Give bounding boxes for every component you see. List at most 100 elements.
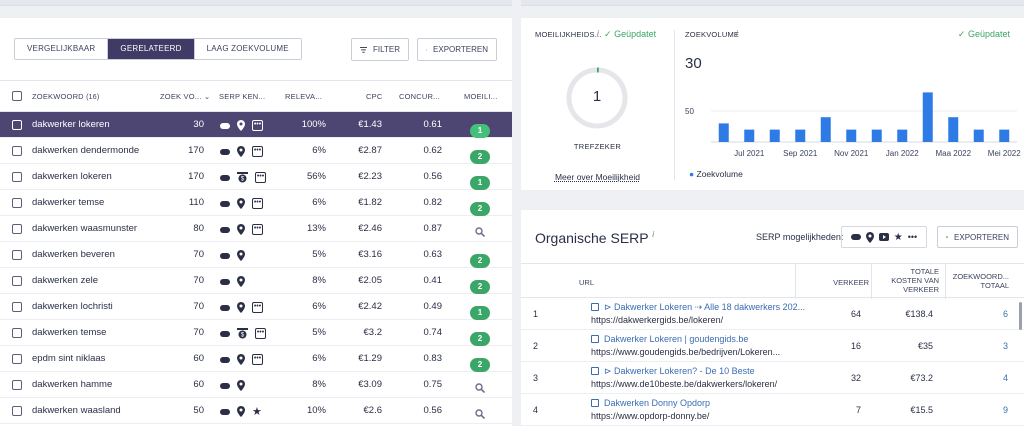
table-row[interactable]: epdm sint niklaas 60 ••• 6% €1.29 0.83 2 (0, 346, 512, 372)
difficulty-label: MOEILIJKHEIDS... (535, 30, 602, 39)
table-row[interactable]: dakwerken hamme 60 8% €3.09 0.75 (0, 372, 512, 398)
serp-result-title[interactable]: ⊳ Dakwerker Lokeren ⇢ Alle 18 dakwerkers… (591, 302, 805, 313)
keyword-cell[interactable]: dakwerken hamme (32, 372, 112, 398)
cpc-cell: €1.43 (358, 119, 382, 130)
table-row[interactable]: dakwerken temse 70 $ ••• 5% €3.2 0.74 2 (0, 320, 512, 346)
col-relevance[interactable]: RELEVA... (285, 81, 322, 113)
keyword-cell[interactable]: dakwerken waasland (32, 398, 121, 424)
serp-rank: 1 (533, 309, 539, 319)
link-pill-icon (220, 148, 230, 155)
row-checkbox[interactable] (12, 354, 22, 364)
row-checkbox[interactable] (12, 276, 22, 286)
chart-bar[interactable] (820, 117, 831, 142)
row-checkbox[interactable] (12, 380, 22, 390)
col-serp[interactable]: SERP KEN... (219, 81, 265, 113)
tab-gerelateerd[interactable]: GERELATEERD (108, 39, 195, 59)
serp-result-url[interactable]: https://www.opdorp-donny.be/ (591, 411, 709, 421)
table-row[interactable]: dakwerker temse 110 ••• 6% €1.82 0.82 2 (0, 190, 512, 216)
serp-col-cost[interactable]: TOTALE KOSTEN VAN VERKEER (871, 267, 939, 294)
serp-col-traffic[interactable]: VERKEER (801, 278, 869, 287)
serp-result-url[interactable]: https://www.goudengids.be/bedrijven/Loke… (591, 347, 780, 357)
tab-vergelijkbaar[interactable]: VERGELIJKBAAR (15, 39, 109, 59)
keyword-count: (16) (86, 94, 100, 101)
export-button[interactable]: EXPORTEREN (417, 38, 497, 61)
serp-keywords-total[interactable]: 9 (948, 405, 1008, 415)
serp-result-title[interactable]: ⊳ Dakwerker Lokeren? - De 10 Beste (591, 366, 755, 377)
external-link-icon (591, 303, 599, 311)
table-row[interactable]: dakwerken waasmunster 80 ••• 13% €2.46 0.87 (0, 216, 512, 242)
keyword-cell[interactable]: dakwerken waasmunster (32, 216, 137, 242)
serp-export-button[interactable]: EXPORTEREN (937, 226, 1018, 248)
serp-col-keywords[interactable]: ZOEKWOORD... TOTAAL (945, 272, 1009, 290)
filter-button[interactable]: FILTER (351, 38, 409, 61)
chart-bar[interactable] (718, 123, 729, 142)
row-checkbox[interactable] (12, 406, 22, 416)
row-checkbox[interactable] (12, 224, 22, 234)
row-checkbox[interactable] (12, 172, 22, 182)
keyword-cell[interactable]: dakwerken lokeren (32, 164, 112, 190)
row-checkbox[interactable] (12, 328, 22, 338)
col-difficulty[interactable]: MOEILI... (464, 81, 497, 113)
row-checkbox[interactable] (12, 198, 22, 208)
keyword-cell[interactable]: dakwerken temse (32, 320, 106, 346)
serp-keywords-total[interactable]: 3 (948, 341, 1008, 351)
keyword-cell[interactable]: dakwerken beveren (32, 242, 115, 268)
table-row[interactable]: dakwerker lokeren 30 ••• 100% €1.43 0.61 1 (0, 112, 512, 138)
table-row[interactable]: dakwerken lokeren 170 $ ••• 56% €2.23 0.56 1 (0, 164, 512, 190)
keyword-cell[interactable]: dakwerker temse (32, 190, 104, 216)
table-row[interactable]: dakwerken lochristi 70 ••• 6% €2.42 0.49 1 (0, 294, 512, 320)
row-checkbox[interactable] (12, 250, 22, 260)
chart-bar[interactable] (744, 129, 755, 142)
col-competition[interactable]: CONCUR... (399, 81, 440, 113)
keyword-cell[interactable]: dakwerken dendermonde (32, 138, 139, 164)
competition-cell: 0.49 (423, 301, 443, 312)
difficulty-level: TREFZEKER (573, 142, 622, 151)
serp-info-icon[interactable]: i (652, 230, 654, 239)
chart-bar[interactable] (999, 129, 1010, 142)
serp-features-box[interactable]: ★ ••• (841, 226, 927, 248)
chart-bar[interactable] (795, 129, 806, 142)
chart-bar[interactable] (948, 117, 959, 142)
row-checkbox[interactable] (12, 120, 22, 130)
difficulty-more-link[interactable]: Meer over Moeilijkheid (521, 172, 674, 182)
volume-info-icon[interactable]: i (736, 29, 738, 38)
chart-bar[interactable] (922, 92, 933, 142)
chart-bar[interactable] (846, 129, 857, 142)
serp-result-url[interactable]: https://dakwerkergids.be/lokeren/ (591, 315, 723, 325)
chart-bar[interactable] (769, 129, 780, 142)
difficulty-info-icon[interactable]: i (597, 29, 599, 38)
serp-col-url[interactable]: URL (579, 278, 594, 287)
keyword-cell[interactable]: epdm sint niklaas (32, 346, 105, 372)
search-icon[interactable] (475, 409, 486, 420)
serp-result-title[interactable]: Dakwerken Donny Opdorp (591, 398, 710, 408)
row-checkbox[interactable] (12, 146, 22, 156)
serp-keywords-total[interactable]: 4 (948, 373, 1008, 383)
keyword-cell[interactable]: dakwerker lokeren (32, 112, 110, 138)
table-row[interactable]: dakwerken beveren 70 5% €3.16 0.63 2 (0, 242, 512, 268)
competition-cell: 0.61 (423, 119, 443, 130)
chart-bar[interactable] (973, 129, 984, 142)
keyword-cell[interactable]: dakwerken zele (32, 268, 98, 294)
table-row[interactable]: dakwerken dendermonde 170 ••• 6% €2.87 0.62 2 (0, 138, 512, 164)
col-keyword[interactable]: ZOEKWOORD (16) (32, 81, 99, 113)
col-cpc[interactable]: CPC (366, 81, 382, 113)
volume-cell: 60 (193, 353, 204, 364)
search-icon[interactable] (475, 383, 486, 394)
chart-bar[interactable] (871, 129, 882, 142)
row-checkbox[interactable] (12, 302, 22, 312)
serp-result-url[interactable]: https://www.de10beste.be/dakwerkers/loke… (591, 379, 777, 389)
serp-scrollbar[interactable] (1019, 302, 1022, 330)
tab-laag-zoekvolume[interactable]: LAAG ZOEKVOLUME (194, 39, 301, 59)
select-all-checkbox[interactable] (12, 91, 22, 101)
search-icon[interactable] (475, 227, 486, 238)
table-row[interactable]: dakwerken waasland 50 ★ 10% €2.6 0.56 (0, 398, 512, 424)
col-volume[interactable]: ZOEK VO... ⌄ (160, 81, 210, 113)
chart-bar[interactable] (897, 129, 908, 142)
serp-result-title[interactable]: Dakwerker Lokeren | goudengids.be (591, 334, 748, 344)
difficulty-badge: 2 (470, 202, 490, 216)
relevance-cell: 56% (306, 171, 326, 182)
serp-keywords-total[interactable]: 6 (948, 309, 1008, 319)
keyword-cell[interactable]: dakwerken lochristi (32, 294, 113, 320)
volume-cell: 50 (193, 405, 204, 416)
table-row[interactable]: dakwerken zele 70 8% €2.05 0.41 2 (0, 268, 512, 294)
